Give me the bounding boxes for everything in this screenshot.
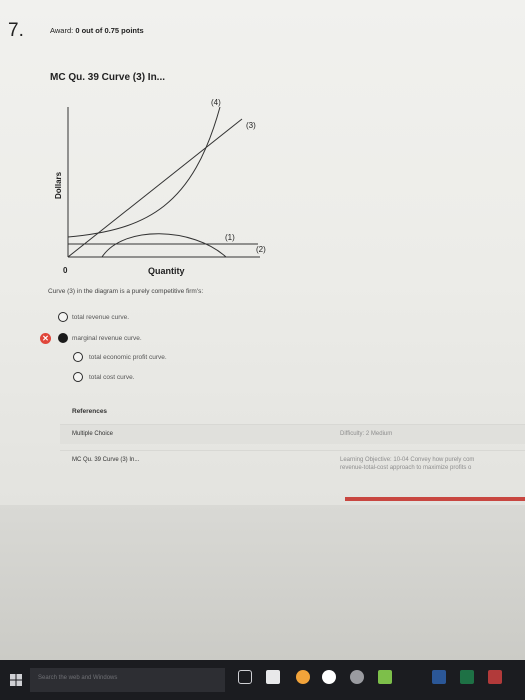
screen-bezel-area bbox=[0, 505, 525, 660]
media-icon[interactable] bbox=[378, 670, 392, 684]
windows-start-icon[interactable] bbox=[10, 674, 22, 686]
option-label-4[interactable]: total cost curve. bbox=[89, 374, 135, 381]
option-radio-3[interactable] bbox=[73, 352, 83, 362]
curve-label-2: (2) bbox=[256, 245, 266, 254]
question-prompt: Curve (3) in the diagram is a purely com… bbox=[48, 288, 204, 295]
reference-objective-line-2: revenue-total-cost approach to maximize … bbox=[340, 465, 472, 471]
option-radio-1[interactable] bbox=[58, 312, 68, 322]
references-heading: References bbox=[72, 408, 108, 415]
incorrect-icon: ✕ bbox=[40, 333, 51, 344]
excel-icon[interactable] bbox=[460, 670, 474, 684]
settings-icon[interactable] bbox=[350, 670, 364, 684]
question-number: 7. bbox=[8, 20, 24, 41]
accent-bar bbox=[345, 497, 525, 501]
curve-3 bbox=[67, 118, 243, 258]
x-axis-label: Quantity bbox=[148, 266, 185, 276]
option-radio-2[interactable] bbox=[58, 333, 68, 343]
word-icon[interactable] bbox=[432, 670, 446, 684]
origin-label: 0 bbox=[63, 266, 68, 275]
curve-label-4: (4) bbox=[211, 98, 221, 107]
curve-label-3: (3) bbox=[246, 121, 256, 130]
option-label-2[interactable]: marginal revenue curve. bbox=[72, 335, 142, 342]
reference-row: MC Qu. 39 Curve (3) In... Learning Objec… bbox=[60, 450, 525, 480]
question-page: 7. Award: 0 out of 0.75 points MC Qu. 39… bbox=[0, 0, 525, 505]
reference-type: Multiple Choice bbox=[72, 431, 114, 437]
task-view-icon[interactable] bbox=[238, 670, 252, 684]
reference-objective: Learning Objective: 10-04 Convey how pur… bbox=[340, 456, 474, 472]
curves-diagram: (4) (3) (1) (2) 0 Quantity Dollars bbox=[54, 98, 266, 276]
reference-title: MC Qu. 39 Curve (3) In... bbox=[72, 457, 140, 463]
chrome-icon[interactable] bbox=[322, 670, 336, 684]
curve-1 bbox=[101, 233, 227, 258]
option-radio-4[interactable] bbox=[73, 372, 83, 382]
store-icon[interactable] bbox=[266, 670, 280, 684]
app-icon[interactable] bbox=[488, 670, 502, 684]
taskbar: Search the web and Windows bbox=[0, 660, 525, 700]
curve-label-1: (1) bbox=[225, 233, 235, 242]
option-label-3[interactable]: total economic profit curve. bbox=[89, 354, 167, 361]
option-label-1[interactable]: total revenue curve. bbox=[72, 314, 129, 321]
edge-icon[interactable] bbox=[296, 670, 310, 684]
reference-difficulty: Difficulty: 2 Medium bbox=[340, 431, 393, 437]
award-text: Award: 0 out of 0.75 points bbox=[50, 26, 144, 35]
award-value: 0 out of 0.75 points bbox=[75, 26, 144, 35]
y-axis-label: Dollars bbox=[54, 171, 63, 199]
reference-row: Multiple Choice Difficulty: 2 Medium bbox=[60, 424, 525, 444]
question-title: MC Qu. 39 Curve (3) In... bbox=[50, 72, 166, 83]
reference-objective-line-1: Learning Objective: 10-04 Convey how pur… bbox=[340, 457, 475, 463]
taskbar-search-input[interactable]: Search the web and Windows bbox=[30, 668, 225, 692]
award-prefix: Award: bbox=[50, 26, 74, 35]
curve-4 bbox=[67, 106, 221, 238]
